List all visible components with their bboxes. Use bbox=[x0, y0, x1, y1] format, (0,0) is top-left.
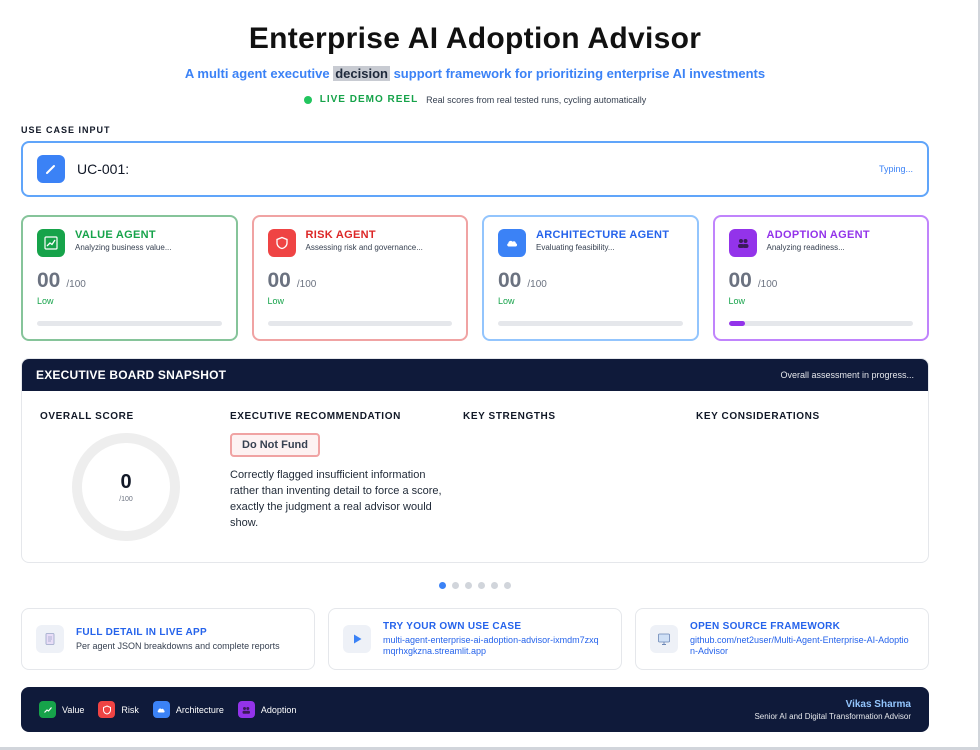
live-demo-description: Real scores from real tested runs, cycli… bbox=[426, 94, 647, 105]
legend-label: Architecture bbox=[175, 704, 224, 715]
carousel-dots bbox=[0, 582, 950, 589]
subtitle-text-end: support framework for prioritizing enter… bbox=[389, 66, 766, 81]
legend-label: Adoption bbox=[260, 704, 297, 715]
legend-item-adoption: Adoption bbox=[237, 701, 297, 718]
agent-level: Low bbox=[498, 296, 515, 306]
subtitle-text-start: A multi agent executive bbox=[184, 66, 334, 81]
document-icon bbox=[36, 625, 64, 653]
link-try-use-case[interactable]: TRY YOUR OWN USE CASE multi-agent-enterp… bbox=[328, 608, 622, 670]
live-demo-label: LIVE DEMO REEL bbox=[319, 94, 419, 105]
legend-item-architecture: Architecture bbox=[152, 701, 224, 718]
page-title: Enterprise AI Adoption Advisor bbox=[248, 22, 702, 55]
use-case-id: UC-001: bbox=[77, 161, 130, 177]
agent-score-max: /100 bbox=[757, 279, 778, 290]
board-status: Overall assessment in progress... bbox=[780, 370, 914, 380]
agent-score: 00 bbox=[498, 269, 522, 292]
agent-name: ADOPTION AGENT bbox=[766, 229, 870, 241]
overall-score-value: 0 bbox=[120, 471, 132, 493]
key-considerations-label: KEY CONSIDERATIONS bbox=[696, 411, 820, 422]
use-case-input[interactable]: UC-001: Typing... bbox=[21, 141, 929, 197]
users-icon bbox=[237, 701, 255, 718]
agent-progress-bar bbox=[37, 321, 222, 326]
recommendation-text: Correctly flagged insufficient informati… bbox=[230, 469, 442, 529]
shield-icon bbox=[267, 229, 296, 257]
executive-board-snapshot: EXECUTIVE BOARD SNAPSHOT Overall assessm… bbox=[21, 358, 929, 563]
pencil-icon bbox=[37, 155, 65, 183]
agent-score-max: /100 bbox=[296, 279, 317, 290]
carousel-dot[interactable] bbox=[491, 582, 498, 589]
agent-score-max: /100 bbox=[66, 279, 86, 290]
author-role: Senior AI and Digital Transformation Adv… bbox=[754, 711, 911, 721]
agent-card-architecture: ARCHITECTURE AGENT Evaluating feasibilit… bbox=[482, 215, 699, 341]
agent-status: Analyzing business value... bbox=[75, 243, 172, 252]
link-cards: FULL DETAIL IN LIVE APP Per agent JSON b… bbox=[21, 608, 929, 670]
link-open-source[interactable]: OPEN SOURCE FRAMEWORK github.com/net2use… bbox=[635, 608, 929, 670]
agent-score: 00 bbox=[728, 269, 752, 292]
agent-card-adoption: ADOPTION AGENT Analyzing readiness... 00… bbox=[712, 215, 929, 341]
shield-icon bbox=[98, 701, 116, 718]
overall-score-label: OVERALL SCORE bbox=[40, 411, 134, 422]
agent-name: RISK AGENT bbox=[305, 229, 376, 241]
agent-legend: Value Risk Architecture Adoption bbox=[39, 701, 296, 718]
author-name: Vikas Sharma bbox=[845, 698, 911, 710]
link-url[interactable]: multi-agent-enterprise-ai-adoption-advis… bbox=[383, 635, 605, 657]
author-block: Vikas Sharma Senior AI and Digital Trans… bbox=[754, 699, 911, 721]
agent-progress-fill bbox=[728, 321, 746, 326]
recommendation-badge: Do Not Fund bbox=[230, 433, 320, 457]
agent-card-risk: RISK AGENT Assessing risk and governance… bbox=[251, 215, 468, 341]
live-dot-icon bbox=[303, 95, 312, 104]
link-title: FULL DETAIL IN LIVE APP bbox=[76, 626, 207, 638]
agent-name: VALUE AGENT bbox=[75, 229, 156, 241]
agent-score: 00 bbox=[267, 269, 291, 292]
link-description: Per agent JSON breakdowns and complete r… bbox=[76, 640, 280, 651]
live-demo-indicator: LIVE DEMO REEL Real scores from real tes… bbox=[0, 94, 950, 105]
agent-card-value: VALUE AGENT Analyzing business value... … bbox=[21, 215, 238, 341]
agent-cards: VALUE AGENT Analyzing business value... … bbox=[21, 215, 929, 341]
chart-icon bbox=[37, 229, 65, 257]
typing-status: Typing... bbox=[878, 164, 913, 174]
link-full-detail[interactable]: FULL DETAIL IN LIVE APP Per agent JSON b… bbox=[21, 608, 315, 670]
agent-progress-bar bbox=[498, 321, 683, 326]
chart-icon bbox=[39, 701, 56, 718]
agent-status: Analyzing readiness... bbox=[766, 243, 845, 252]
footer-bar: Value Risk Architecture Adoption Vikas S… bbox=[21, 687, 929, 732]
recommendation-label: EXECUTIVE RECOMMENDATION bbox=[230, 411, 401, 422]
board-header: EXECUTIVE BOARD SNAPSHOT Overall assessm… bbox=[22, 359, 928, 391]
overall-score-max: /100 bbox=[119, 496, 133, 503]
agent-score-max: /100 bbox=[527, 279, 547, 290]
legend-item-value: Value bbox=[39, 701, 84, 718]
cloud-icon bbox=[498, 229, 526, 257]
agent-name: ARCHITECTURE AGENT bbox=[536, 229, 670, 241]
key-strengths-label: KEY STRENGTHS bbox=[463, 411, 556, 422]
monitor-icon bbox=[650, 625, 678, 653]
link-url[interactable]: github.com/net2user/Multi-Agent-Enterpri… bbox=[690, 635, 912, 657]
agent-progress-bar bbox=[728, 321, 913, 326]
carousel-dot[interactable] bbox=[504, 582, 511, 589]
link-title: TRY YOUR OWN USE CASE bbox=[383, 621, 522, 632]
page-subtitle: A multi agent executive decision support… bbox=[0, 66, 950, 81]
agent-progress-bar bbox=[267, 321, 452, 326]
agent-score: 00 bbox=[37, 269, 61, 292]
agent-status: Assessing risk and governance... bbox=[305, 243, 423, 252]
carousel-dot[interactable] bbox=[465, 582, 472, 589]
subtitle-highlight: decision bbox=[333, 66, 390, 81]
legend-label: Risk bbox=[121, 704, 139, 715]
cloud-icon bbox=[152, 701, 170, 718]
legend-item-risk: Risk bbox=[98, 701, 139, 718]
users-icon bbox=[728, 229, 757, 257]
legend-label: Value bbox=[62, 704, 85, 715]
board-title: EXECUTIVE BOARD SNAPSHOT bbox=[36, 368, 227, 382]
carousel-dot[interactable] bbox=[439, 582, 446, 589]
play-icon bbox=[343, 625, 371, 653]
agent-level: Low bbox=[728, 296, 746, 306]
carousel-dot[interactable] bbox=[452, 582, 459, 589]
agent-status: Evaluating feasibility... bbox=[536, 243, 615, 252]
agent-level: Low bbox=[37, 296, 54, 306]
use-case-section-label: USE CASE INPUT bbox=[21, 125, 111, 135]
agent-level: Low bbox=[267, 296, 285, 306]
link-title: OPEN SOURCE FRAMEWORK bbox=[690, 621, 841, 632]
overall-score-ring: 0 /100 bbox=[72, 433, 180, 541]
carousel-dot[interactable] bbox=[478, 582, 485, 589]
